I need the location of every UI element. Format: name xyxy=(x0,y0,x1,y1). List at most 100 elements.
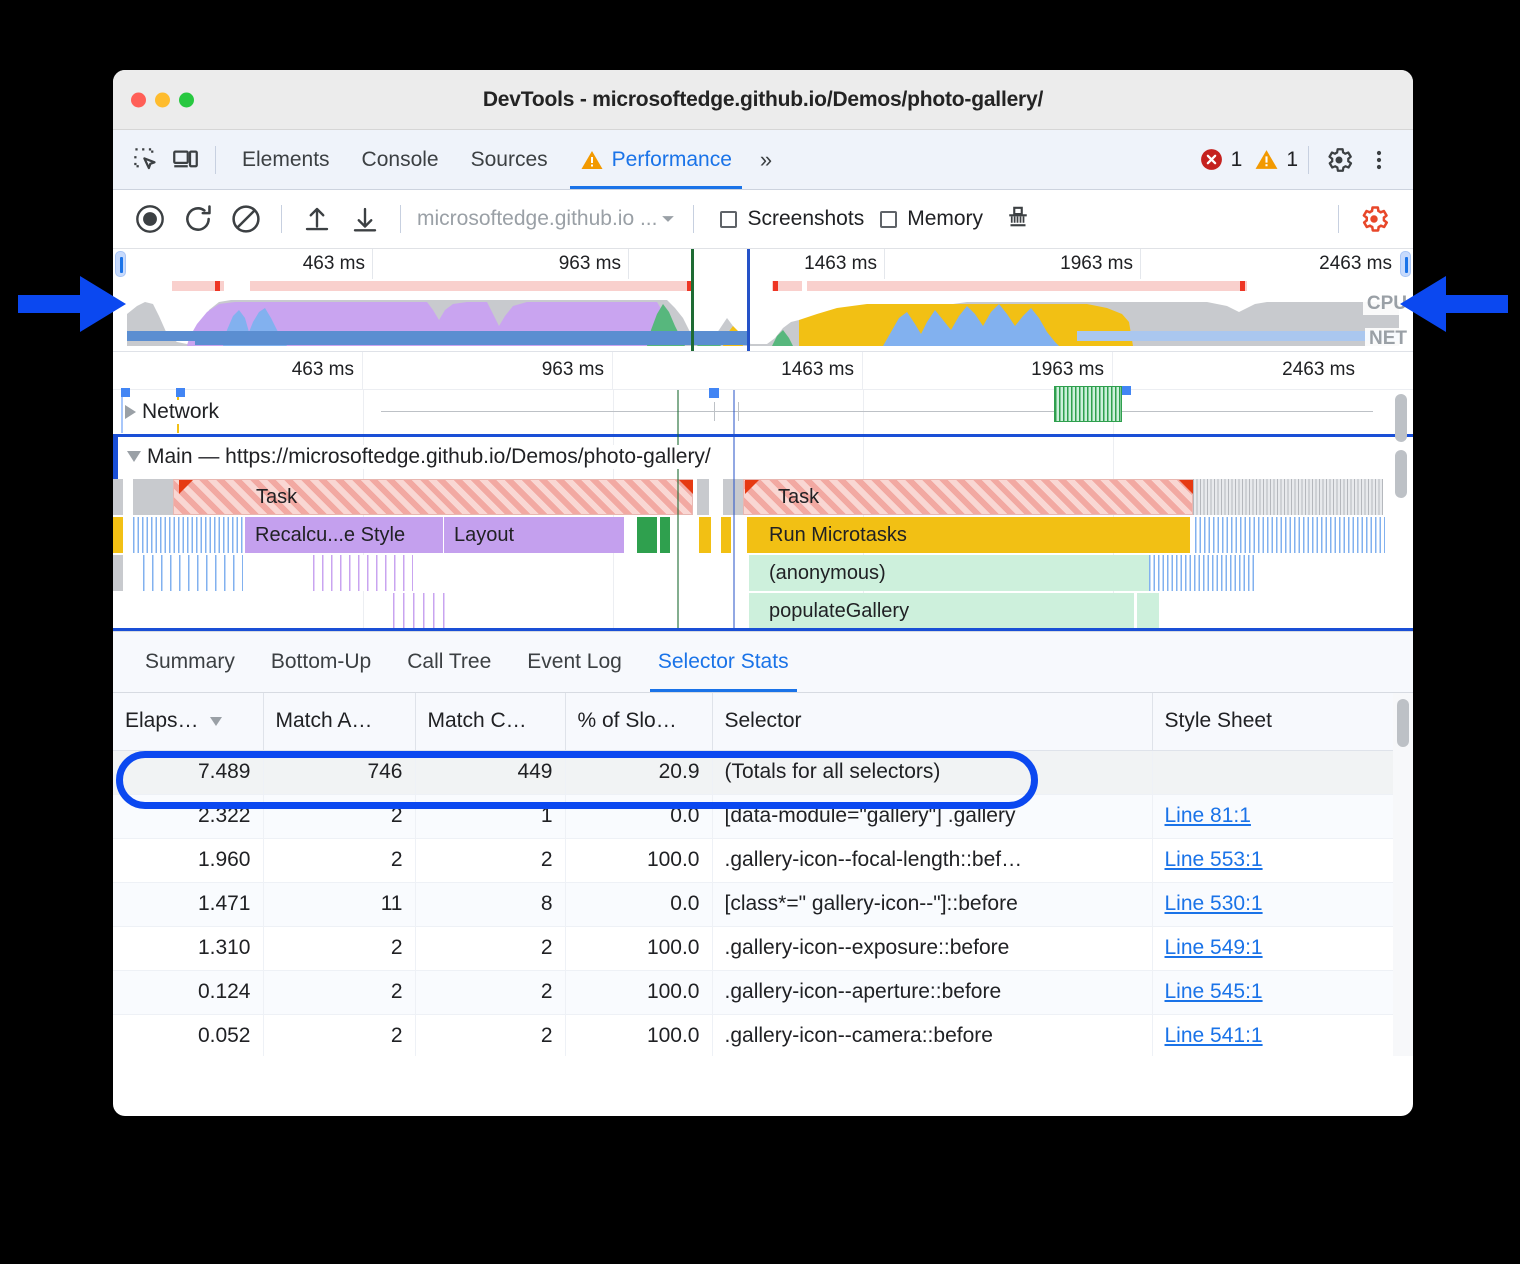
flame-bar-label: Recalcu...e Style xyxy=(255,525,405,545)
tab-selector-stats[interactable]: Selector Stats xyxy=(640,632,807,692)
flame-bar-label: Task xyxy=(778,487,819,507)
more-options-icon[interactable] xyxy=(1359,140,1399,180)
overview-selection-start[interactable] xyxy=(747,249,750,351)
flame-bar-scripting[interactable] xyxy=(113,517,123,553)
flame-bar-scripting[interactable] xyxy=(699,517,711,553)
table-row[interactable]: 1.310 2 2 100.0 .gallery-icon--exposure:… xyxy=(113,926,1394,970)
tab-call-tree[interactable]: Call Tree xyxy=(389,632,509,692)
style-sheet-link[interactable]: Line 553:1 xyxy=(1165,848,1263,871)
zoom-window-button[interactable] xyxy=(179,92,194,107)
flame-bar-run-microtasks[interactable]: Run Microtasks xyxy=(747,517,1190,553)
track-network[interactable]: Network xyxy=(113,390,1413,434)
performance-toolbar: microsoftedge.github.io ... Screenshots … xyxy=(113,190,1413,249)
overview-marker-green xyxy=(691,249,694,351)
table-scrollbar-thumb[interactable] xyxy=(1397,699,1409,747)
clear-button[interactable] xyxy=(223,196,269,242)
tab-elements[interactable]: Elements xyxy=(226,131,346,189)
inspect-element-icon[interactable] xyxy=(125,140,165,180)
flame-bar-task[interactable]: Task xyxy=(173,479,693,515)
column-header-elapsed[interactable]: Elaps… xyxy=(113,693,263,750)
flame-bar-anonymous[interactable]: (anonymous) xyxy=(749,555,1149,591)
style-sheet-link[interactable]: Line 541:1 xyxy=(1165,1024,1263,1047)
record-button[interactable] xyxy=(127,196,173,242)
minimize-window-button[interactable] xyxy=(155,92,170,107)
tab-summary[interactable]: Summary xyxy=(127,632,253,692)
cell-pct-slow: 100.0 xyxy=(565,838,712,882)
download-profile-icon[interactable] xyxy=(342,196,388,242)
column-header-style-sheet[interactable]: Style Sheet xyxy=(1152,693,1394,750)
flame-bar-recalculate-style[interactable]: Recalcu...e Style xyxy=(245,517,443,553)
table-row[interactable]: 1.960 2 2 100.0 .gallery-icon--focal-len… xyxy=(113,838,1394,882)
tab-bottom-up[interactable]: Bottom-Up xyxy=(253,632,389,692)
collect-garbage-icon[interactable] xyxy=(995,196,1041,242)
table-body: 7.489 746 449 20.9 (Totals for all selec… xyxy=(113,750,1394,1056)
timeline-overview[interactable]: 463 ms 963 ms 1463 ms 1963 ms 2463 ms xyxy=(113,249,1413,352)
table-row[interactable]: 2.322 2 1 0.0 [data-module="gallery"] .g… xyxy=(113,794,1394,838)
style-sheet-link[interactable]: Line 545:1 xyxy=(1165,980,1263,1003)
tab-performance[interactable]: Performance xyxy=(564,131,748,189)
flame-bar-painting[interactable] xyxy=(660,517,670,553)
flame-rows[interactable]: Task Task Recalcu...e Style xyxy=(113,479,1413,629)
style-sheet-link[interactable]: Line 549:1 xyxy=(1165,936,1263,959)
flame-bar-populate-gallery[interactable]: populateGallery xyxy=(749,593,1134,629)
traffic-light-buttons[interactable] xyxy=(131,92,194,107)
cell-pct-slow: 20.9 xyxy=(565,750,712,794)
style-sheet-link[interactable]: Line 81:1 xyxy=(1165,804,1251,827)
error-counter[interactable]: 1 xyxy=(1199,147,1243,172)
upload-profile-icon[interactable] xyxy=(294,196,340,242)
device-toolbar-icon[interactable] xyxy=(165,140,205,180)
column-header-match-attempts[interactable]: Match A… xyxy=(263,693,415,750)
flame-bar-grey[interactable] xyxy=(133,479,173,515)
flame-ruler: 463 ms 963 ms 1463 ms 1963 ms 2463 ms xyxy=(113,352,1413,390)
reload-and-record-button[interactable] xyxy=(175,196,221,242)
tab-event-log[interactable]: Event Log xyxy=(509,632,640,692)
track-network-label: Network xyxy=(142,400,225,424)
selector-stats-table-container[interactable]: Elaps… Match A… Match C… % of Slo… xyxy=(113,693,1413,1056)
overview-window-handle-left[interactable] xyxy=(115,251,126,277)
overview-body[interactable] xyxy=(127,279,1399,351)
flame-scrollbar-thumb-top[interactable] xyxy=(1395,394,1407,442)
table-row[interactable]: 7.489 746 449 20.9 (Totals for all selec… xyxy=(113,750,1394,794)
flame-bar-green-small[interactable] xyxy=(1137,593,1159,629)
column-header-match-count[interactable]: Match C… xyxy=(415,693,565,750)
flame-bar-task[interactable]: Task xyxy=(743,479,1193,515)
flame-bar-grey[interactable] xyxy=(113,479,123,515)
column-header-selector[interactable]: Selector xyxy=(712,693,1152,750)
warning-counter[interactable]: 1 xyxy=(1254,147,1298,172)
memory-checkbox[interactable]: Memory xyxy=(880,207,983,231)
collapse-triangle-icon[interactable] xyxy=(127,451,141,462)
cell-match-attempts: 746 xyxy=(263,750,415,794)
table-row[interactable]: 0.052 2 2 100.0 .gallery-icon--camera::b… xyxy=(113,1014,1394,1056)
tab-sources[interactable]: Sources xyxy=(455,131,564,189)
network-request-block[interactable] xyxy=(1054,386,1122,422)
gear-icon[interactable] xyxy=(1319,140,1359,180)
tab-console-label: Console xyxy=(362,148,439,172)
close-window-button[interactable] xyxy=(131,92,146,107)
column-header-pct-slow[interactable]: % of Slo… xyxy=(565,693,712,750)
more-tabs-button[interactable]: » xyxy=(748,147,781,173)
screenshots-checkbox[interactable]: Screenshots xyxy=(720,207,864,231)
flame-scrollbar-thumb-bottom[interactable] xyxy=(1395,450,1407,498)
flame-bar-grey[interactable] xyxy=(113,555,123,591)
details-tab-bar: Summary Bottom-Up Call Tree Event Log Se… xyxy=(113,631,1413,693)
cell-elapsed: 1.310 xyxy=(113,926,263,970)
toolbar-divider xyxy=(215,146,216,174)
timeline-flame-chart[interactable]: 463 ms 963 ms 1463 ms 1963 ms 2463 ms Ne… xyxy=(113,352,1413,631)
expand-triangle-icon[interactable] xyxy=(125,405,136,419)
flame-bar-grey[interactable] xyxy=(697,479,709,515)
style-sheet-link[interactable]: Line 530:1 xyxy=(1165,892,1263,915)
target-select[interactable]: microsoftedge.github.io ... xyxy=(417,207,675,231)
flame-bar-painting[interactable] xyxy=(637,517,657,553)
table-scrollbar[interactable] xyxy=(1393,693,1413,1056)
cell-selector: .gallery-icon--focal-length::bef… xyxy=(712,838,1152,882)
flame-tick: 2463 ms xyxy=(1113,352,1363,390)
table-row[interactable]: 1.471 11 8 0.0 [class*=" gallery-icon--"… xyxy=(113,882,1394,926)
table-row[interactable]: 0.124 2 2 100.0 .gallery-icon--aperture:… xyxy=(113,970,1394,1014)
flame-bar-scripting[interactable] xyxy=(721,517,731,553)
track-main[interactable]: Main — https://microsoftedge.github.io/D… xyxy=(113,434,1413,479)
capture-settings-gear-icon[interactable] xyxy=(1351,196,1397,242)
cell-elapsed: 2.322 xyxy=(113,794,263,838)
tab-console[interactable]: Console xyxy=(346,131,455,189)
overview-window-handle-right[interactable] xyxy=(1400,251,1411,277)
flame-bar-layout[interactable]: Layout xyxy=(444,517,624,553)
